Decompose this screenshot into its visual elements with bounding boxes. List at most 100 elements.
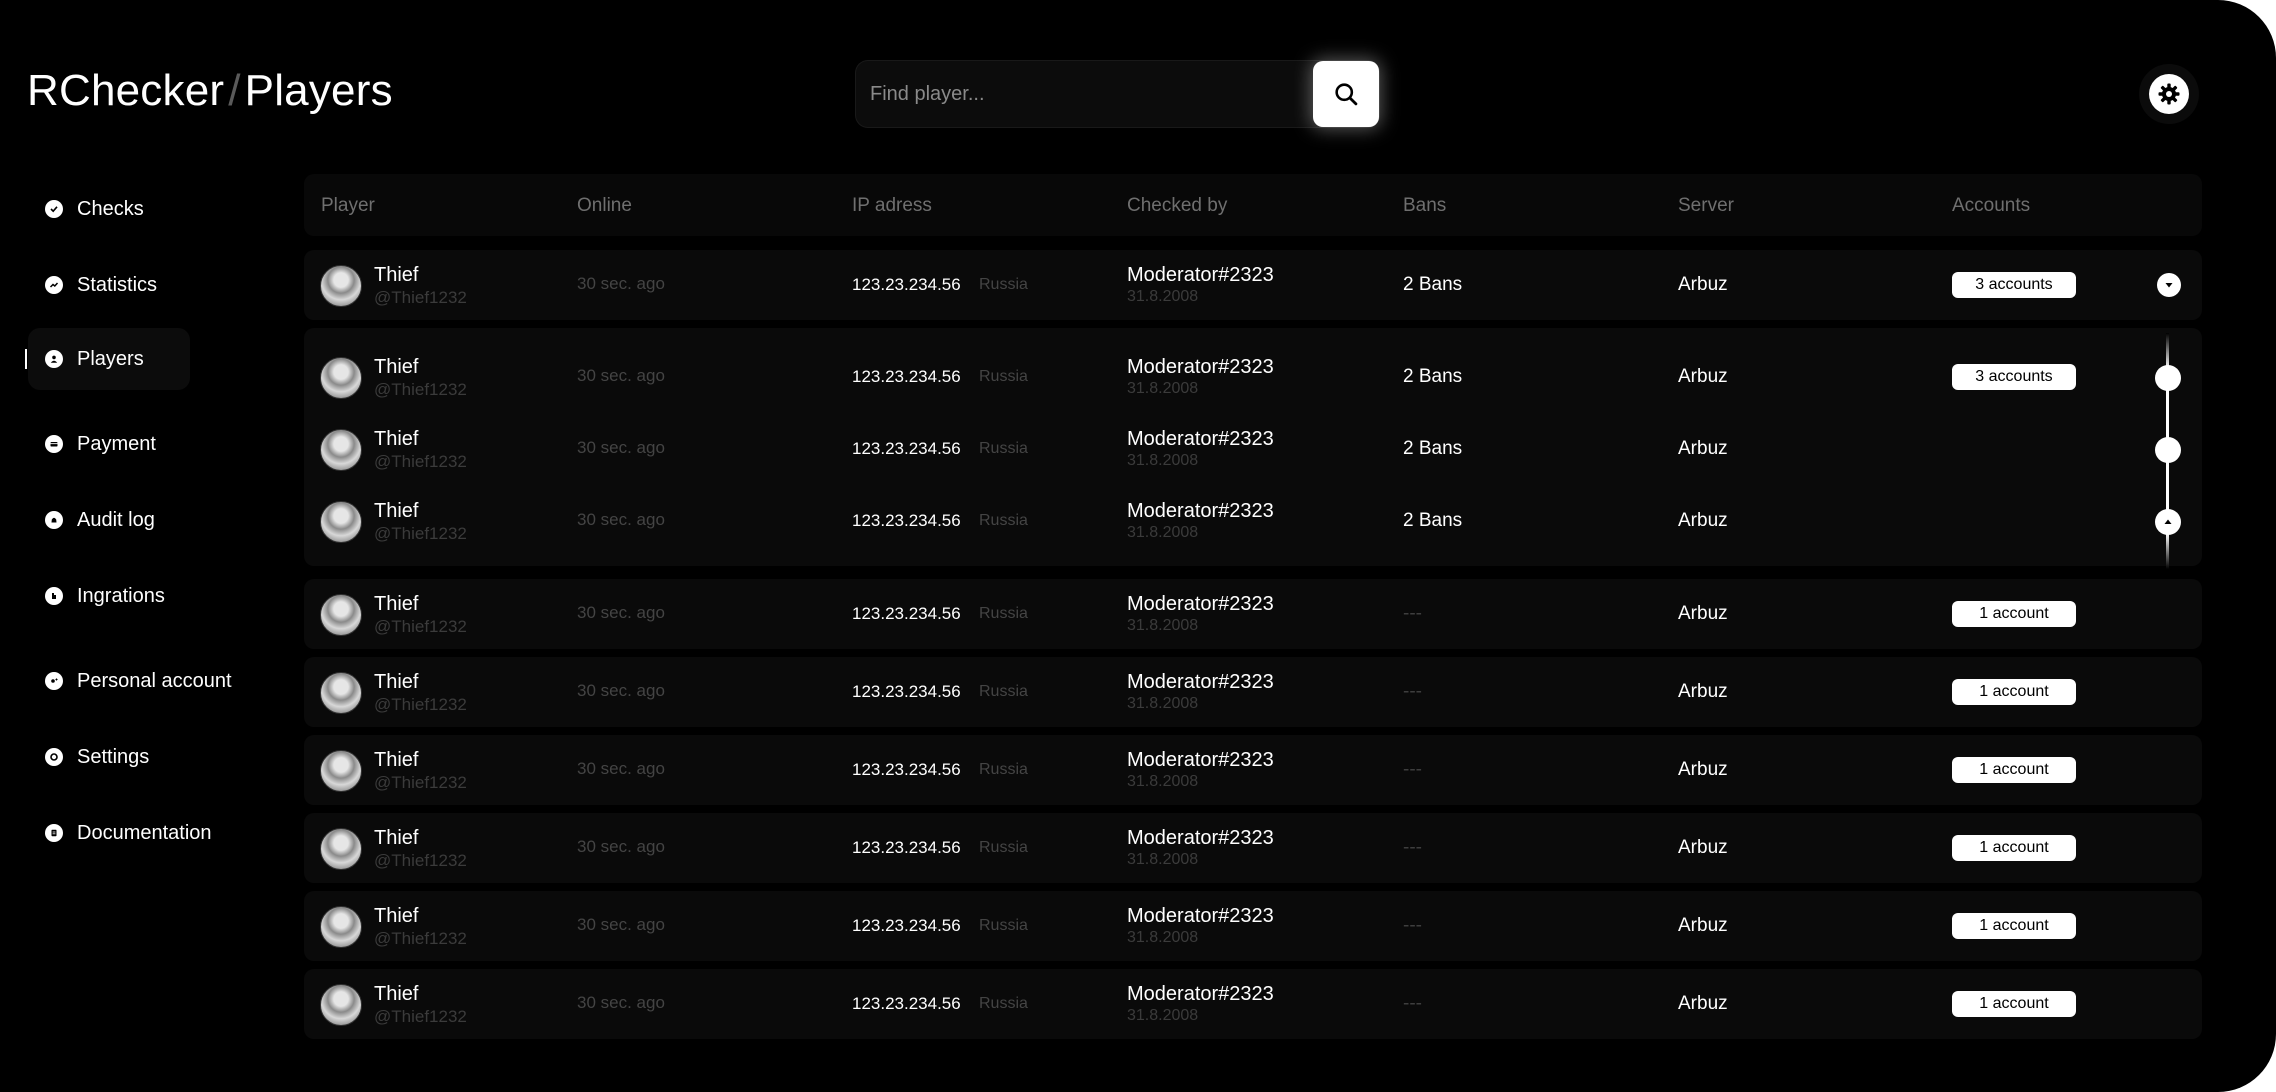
online-status: 30 sec. ago [577, 681, 665, 700]
player-name: Thief [374, 671, 419, 693]
column-header-accounts[interactable]: Accounts [1952, 195, 2030, 217]
server-name: Arbuz [1678, 603, 1728, 624]
ip-address: 123.23.234.56 [852, 838, 961, 857]
user-icon [45, 350, 63, 368]
player-name: Thief [374, 905, 419, 927]
checked-by: Moderator#2323 [1127, 356, 1274, 378]
active-indicator [25, 349, 27, 369]
sidebar-item-label: Documentation [77, 821, 212, 844]
accounts-badge[interactable]: 3 accounts [1952, 272, 2076, 298]
sidebar-item-label: Settings [77, 745, 150, 768]
accounts-badge[interactable]: 3 accounts [1952, 364, 2076, 390]
player-name: Thief [374, 983, 419, 1005]
player-handle: @Thief1232 [374, 695, 467, 714]
ip-country: Russia [979, 683, 1028, 700]
check-date: 31.8.2008 [1127, 288, 1199, 305]
player-name: Thief [374, 593, 419, 615]
table-row[interactable]: Thief @Thief1232 30 sec. ago 123.23.234.… [304, 657, 2202, 727]
check-date: 31.8.2008 [1127, 1007, 1199, 1024]
online-status: 30 sec. ago [577, 603, 665, 622]
bans-count: --- [1403, 681, 1422, 702]
ip-address: 123.23.234.56 [852, 994, 961, 1013]
accounts-badge[interactable]: 1 account [1952, 757, 2076, 783]
bans-count: --- [1403, 993, 1422, 1014]
sidebar-item-label: Audit log [77, 508, 155, 531]
player-name: Thief [374, 428, 419, 450]
accounts-badge[interactable]: 1 account [1952, 991, 2076, 1017]
table-row[interactable]: Thief @Thief1232 30 sec. ago 123.23.234.… [304, 579, 2202, 649]
settings-button[interactable] [2149, 74, 2189, 114]
ip-address: 123.23.234.56 [852, 275, 961, 294]
avatar [320, 984, 362, 1026]
check-date: 31.8.2008 [1127, 851, 1199, 868]
table-header: Player Online IP adress Checked by Bans … [304, 174, 2202, 236]
ip-address: 123.23.234.56 [852, 916, 961, 935]
bans-count: 2 Bans [1403, 438, 1463, 459]
accounts-badge[interactable]: 1 account [1952, 913, 2076, 939]
sidebar-item-integrations[interactable]: Ingrations [28, 565, 190, 627]
online-status: 30 sec. ago [577, 366, 665, 385]
chevron-up-icon [2164, 519, 2172, 524]
ip-country: Russia [979, 917, 1028, 934]
doc-icon [45, 824, 63, 842]
sidebar-item-personal-account[interactable]: Personal account [28, 650, 232, 712]
avatar [320, 672, 362, 714]
online-status: 30 sec. ago [577, 837, 665, 856]
table-row[interactable]: Thief @Thief1232 30 sec. ago 123.23.234.… [304, 342, 2202, 412]
expanded-group: Thief @Thief1232 30 sec. ago 123.23.234.… [304, 328, 2202, 566]
sidebar-item-players[interactable]: Players [25, 328, 190, 390]
sidebar-item-checks[interactable]: Checks [28, 178, 190, 240]
accounts-badge[interactable]: 1 account [1952, 835, 2076, 861]
sidebar-item-audit-log[interactable]: Audit log [28, 489, 190, 551]
bans-count: --- [1403, 759, 1422, 780]
checked-by: Moderator#2323 [1127, 905, 1274, 927]
account-icon [45, 672, 63, 690]
accounts-badge[interactable]: 1 account [1952, 601, 2076, 627]
gear-icon [45, 748, 63, 766]
server-name: Arbuz [1678, 438, 1728, 459]
sidebar-item-documentation[interactable]: Documentation [28, 802, 212, 864]
player-name: Thief [374, 500, 419, 522]
sidebar-item-settings[interactable]: Settings [28, 726, 190, 788]
table-row[interactable]: Thief @Thief1232 30 sec. ago 123.23.234.… [304, 486, 2202, 556]
column-header-ip[interactable]: IP adress [852, 195, 932, 217]
online-status: 30 sec. ago [577, 915, 665, 934]
server-name: Arbuz [1678, 366, 1728, 387]
check-date: 31.8.2008 [1127, 452, 1199, 469]
ip-address: 123.23.234.56 [852, 760, 961, 779]
check-date: 31.8.2008 [1127, 380, 1199, 397]
accounts-badge[interactable]: 1 account [1952, 679, 2076, 705]
app-name: RChecker [27, 66, 225, 115]
column-header-checked-by[interactable]: Checked by [1127, 195, 1227, 217]
collapse-button[interactable] [2155, 509, 2181, 535]
timeline-dot [2155, 437, 2181, 463]
sidebar-item-statistics[interactable]: Statistics [28, 254, 190, 316]
column-header-server[interactable]: Server [1678, 195, 1734, 217]
sidebar-item-label: Players [77, 347, 144, 370]
table-row[interactable]: Thief @Thief1232 30 sec. ago 123.23.234.… [304, 735, 2202, 805]
server-name: Arbuz [1678, 274, 1728, 295]
table-row[interactable]: Thief @Thief1232 30 sec. ago 123.23.234.… [304, 813, 2202, 883]
sidebar-item-payment[interactable]: Payment [28, 413, 190, 475]
column-header-player[interactable]: Player [321, 195, 375, 217]
server-name: Arbuz [1678, 759, 1728, 780]
table-row[interactable]: Thief @Thief1232 30 sec. ago 123.23.234.… [304, 414, 2202, 484]
expand-button[interactable] [2157, 273, 2181, 297]
table-row[interactable]: Thief @Thief1232 30 sec. ago 123.23.234.… [304, 250, 2202, 320]
avatar [320, 906, 362, 948]
ip-address: 123.23.234.56 [852, 682, 961, 701]
column-header-bans[interactable]: Bans [1403, 195, 1446, 217]
checked-by: Moderator#2323 [1127, 428, 1274, 450]
table-row[interactable]: Thief @Thief1232 30 sec. ago 123.23.234.… [304, 969, 2202, 1039]
avatar [320, 750, 362, 792]
ip-country: Russia [979, 605, 1028, 622]
avatar [320, 265, 362, 307]
column-header-online[interactable]: Online [577, 195, 632, 217]
table-row[interactable]: Thief @Thief1232 30 sec. ago 123.23.234.… [304, 891, 2202, 961]
checked-by: Moderator#2323 [1127, 827, 1274, 849]
player-handle: @Thief1232 [374, 288, 467, 307]
ip-country: Russia [979, 839, 1028, 856]
search-input[interactable] [856, 61, 1313, 127]
search-button[interactable] [1313, 61, 1379, 127]
ip-address: 123.23.234.56 [852, 511, 961, 530]
